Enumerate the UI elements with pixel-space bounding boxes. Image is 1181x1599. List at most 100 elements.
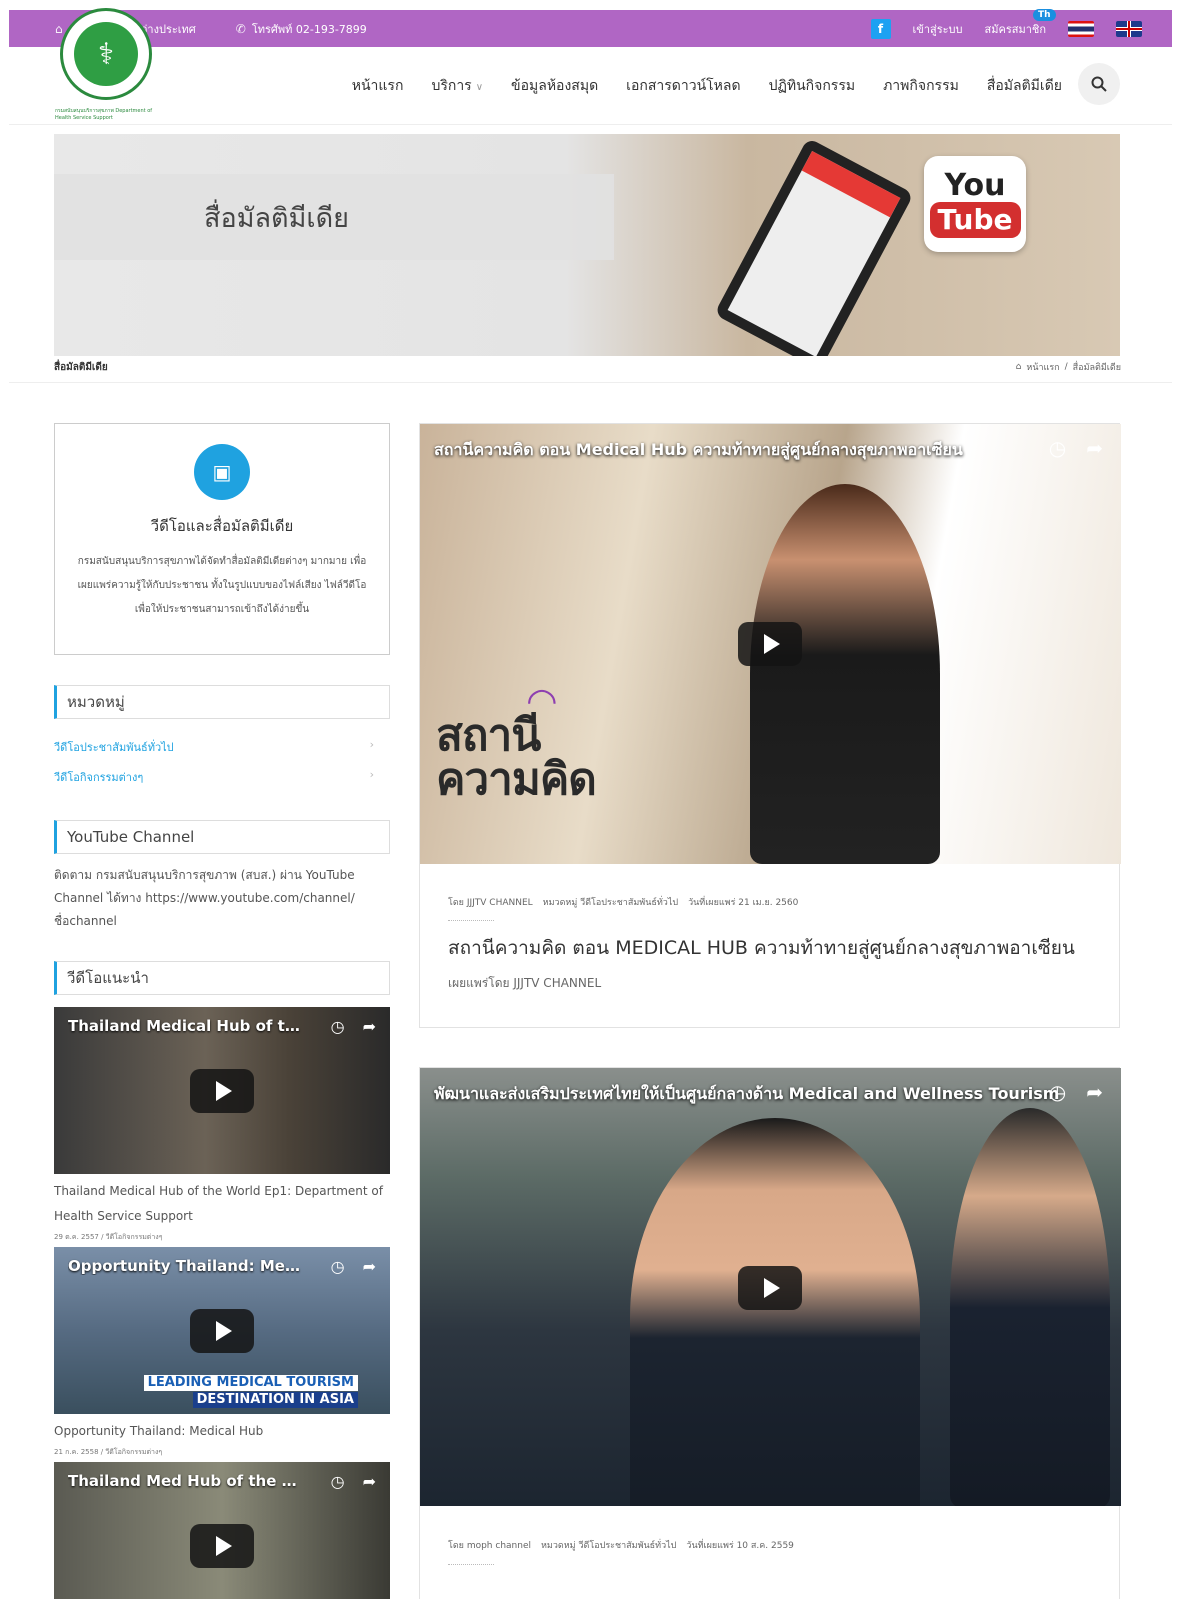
youtube-logo-tube: Tube	[929, 202, 1021, 238]
breadcrumb-current: สื่อมัลติมีเดีย	[1072, 363, 1121, 373]
post-category[interactable]: หมวดหมู่ วีดีโอประชาสัมพันธ์ทั่วไป	[541, 1538, 676, 1552]
media-icon: ▣	[194, 444, 250, 500]
share-icon[interactable]: ➦	[363, 1017, 376, 1036]
video-thumb-2[interactable]: Opportunity Thailand: Medical ... ◷ ➦ LEA…	[54, 1247, 390, 1414]
share-icon[interactable]: ➦	[1086, 1080, 1103, 1104]
video-caption-1[interactable]: Thailand Medical Hub of the World Ep1: D…	[54, 1179, 390, 1229]
clock-icon[interactable]: ◷	[331, 1472, 345, 1491]
nav-gallery[interactable]: ภาพกิจกรรม	[883, 75, 959, 97]
facebook-icon[interactable]: f	[870, 18, 891, 39]
share-icon[interactable]: ➦	[363, 1472, 376, 1491]
play-button[interactable]	[738, 622, 802, 666]
play-button[interactable]	[190, 1524, 254, 1568]
nav-calendar[interactable]: ปฏิทินกิจกรรม	[769, 75, 856, 97]
video-title: พัฒนาและส่งเสริมประเทศไทยให้เป็นศูนย์กลา…	[434, 1084, 1060, 1103]
station-logo-bottom: ความคิด	[436, 754, 597, 805]
post-author[interactable]: โดย JJJTV CHANNEL	[448, 895, 533, 909]
play-button[interactable]	[190, 1069, 254, 1113]
play-button[interactable]	[190, 1309, 254, 1353]
post-category[interactable]: หมวดหมู่ วีดีโอประชาสัมพันธ์ทั่วไป	[543, 895, 678, 909]
search-button[interactable]	[1078, 63, 1120, 105]
thai-flag-icon[interactable]	[1068, 20, 1094, 37]
nav-library[interactable]: ข้อมูลห้องสมุด	[511, 75, 598, 97]
chevron-right-icon: ›	[369, 768, 374, 781]
youtube-logo: You Tube	[924, 156, 1026, 252]
post-author[interactable]: โดย moph channel	[448, 1538, 531, 1552]
post-published-by: เผยแพร่โดย JJJTV CHANNEL	[448, 976, 602, 990]
youtube-text: ติดตาม กรมสนับสนุนบริการสุขภาพ (สบส.) ผ่…	[54, 868, 355, 928]
thumb-overlay-1: LEADING MEDICAL TOURISM	[143, 1375, 358, 1391]
video-post-1: ◠ สถานี ความคิด สถานีความคิด ตอน Medical…	[419, 423, 1121, 1028]
youtube-logo-you: You	[944, 168, 1006, 203]
language-badge: Th	[1033, 9, 1056, 21]
video-thumb-1[interactable]: Thailand Medical Hub of the W... ◷ ➦	[54, 1007, 390, 1174]
breadcrumb-home[interactable]: หน้าแรก	[1026, 360, 1059, 374]
login-link[interactable]: เข้าสู่ระบบ	[913, 20, 963, 38]
divider	[9, 382, 1172, 383]
post-date: วันที่เผยแพร่ 10 ส.ค. 2559	[686, 1541, 794, 1551]
wifi-icon: ◠	[528, 681, 556, 722]
station-logo-top: สถานี	[436, 710, 541, 761]
video-player-2[interactable]: พัฒนาและส่งเสริมประเทศไทยให้เป็นศูนย์กลา…	[420, 1068, 1121, 1506]
post-rule	[448, 920, 494, 921]
video-thumb-title: Thailand Med Hub of the World...	[68, 1472, 310, 1490]
speaker-image	[630, 1118, 920, 1506]
breadcrumb: ⌂ หน้าแรก / สื่อมัลติมีเดีย	[1016, 360, 1121, 374]
home-icon: ⌂	[55, 21, 63, 36]
clock-icon[interactable]: ◷	[331, 1257, 345, 1276]
categories-heading: หมวดหมู่	[54, 685, 390, 719]
post-meta: โดย JJJTV CHANNEL หมวดหมู่ วีดีโอประชาสั…	[448, 895, 798, 909]
share-icon[interactable]: ➦	[363, 1257, 376, 1276]
about-title: วีดีโอและสื่อมัลติมีเดีย	[150, 517, 294, 535]
page-title: สื่อมัลติมีเดีย	[204, 203, 349, 234]
main-nav: หน้าแรก บริการ ∨ ข้อมูลห้องสมุด เอกสารดาว…	[352, 75, 1122, 97]
home-icon: ⌂	[1015, 362, 1022, 372]
category-label: วีดีโอกิจกรรมต่างๆ	[54, 771, 144, 784]
post-date: วันที่เผยแพร่ 21 เม.ย. 2560	[688, 898, 799, 908]
site-header: หน้าแรก บริการ ∨ ข้อมูลห้องสมุด เอกสารดาว…	[9, 47, 1172, 125]
nav-home[interactable]: หน้าแรก	[352, 75, 404, 97]
category-label: วีดีโอประชาสัมพันธ์ทั่วไป	[54, 741, 174, 754]
video-caption-2[interactable]: Opportunity Thailand: Medical Hub	[54, 1419, 390, 1444]
phone-label: โทรศัพท์ 02-193-7899	[251, 22, 367, 36]
register-link[interactable]: สมัครสมาชิก	[985, 20, 1047, 38]
post-title[interactable]: สถานีความคิด ตอน MEDICAL HUB ความท้าทายส…	[448, 933, 1075, 963]
clock-icon[interactable]: ◷	[331, 1017, 345, 1036]
about-text: กรมสนับสนุนบริการสุขภาพได้จัดทำสื่อมัลติ…	[77, 556, 367, 615]
nav-multimedia[interactable]: สื่อมัลติมีเดีย	[987, 75, 1062, 97]
top-bar: ⌂ กองสุขภาพระหว่างประเทศ ✆ โทรศัพท์ 02-1…	[9, 10, 1172, 47]
chevron-down-icon: ∨	[475, 82, 484, 93]
video-post-2: พัฒนาและส่งเสริมประเทศไทยให้เป็นศูนย์กลา…	[419, 1067, 1121, 1599]
phone-info: ✆ โทรศัพท์ 02-193-7899	[236, 20, 367, 38]
post-meta: โดย moph channel หมวดหมู่ วีดีโอประชาสัม…	[448, 1538, 794, 1552]
share-icon[interactable]: ➦	[1086, 436, 1103, 460]
video-player-1[interactable]: ◠ สถานี ความคิด สถานีความคิด ตอน Medical…	[420, 424, 1121, 864]
clock-icon[interactable]: ◷	[1049, 1080, 1066, 1104]
play-button[interactable]	[738, 1266, 802, 1310]
youtube-heading: YouTube Channel	[54, 820, 390, 854]
video-title: สถานีความคิด ตอน Medical Hub ความท้าทายส…	[434, 440, 963, 459]
nav-services-label: บริการ	[431, 78, 472, 94]
ministry-logo[interactable]: ⚕	[60, 8, 152, 100]
nav-services[interactable]: บริการ ∨	[431, 75, 483, 97]
post-rule	[448, 1564, 494, 1565]
presenter-image	[750, 484, 940, 864]
video-thumb-3[interactable]: Thailand Med Hub of the World... ◷ ➦	[54, 1462, 390, 1599]
video-thumb-title: Opportunity Thailand: Medical ...	[68, 1257, 310, 1275]
breadcrumb-page: สื่อมัลติมีเดีย	[54, 362, 108, 373]
recommended-heading: วีดีโอแนะนำ	[54, 961, 390, 995]
phone-icon: ✆	[235, 21, 246, 36]
thumb-overlay-2: DESTINATION IN ASIA	[192, 1392, 358, 1408]
category-link-activities[interactable]: วีดีโอกิจกรรมต่างๆ ›	[54, 768, 374, 786]
video-meta-2: 21 ก.ค. 2558 / วีดีโอกิจกรรมต่างๆ	[54, 1448, 163, 1456]
clock-icon[interactable]: ◷	[1049, 436, 1066, 460]
nav-downloads[interactable]: เอกสารดาวน์โหลด	[626, 75, 740, 97]
uk-flag-icon[interactable]	[1116, 20, 1142, 37]
category-link-general[interactable]: วีดีโอประชาสัมพันธ์ทั่วไป ›	[54, 738, 374, 756]
chevron-right-icon: ›	[369, 738, 374, 751]
station-logo: ◠ สถานี ความคิด	[436, 681, 597, 805]
breadcrumb-separator: /	[1064, 362, 1068, 372]
logo-subtitle: กรมสนับสนุนบริการสุขภาพ Department of He…	[55, 108, 153, 121]
search-icon	[1091, 76, 1107, 92]
bystander-image	[950, 1108, 1110, 1506]
